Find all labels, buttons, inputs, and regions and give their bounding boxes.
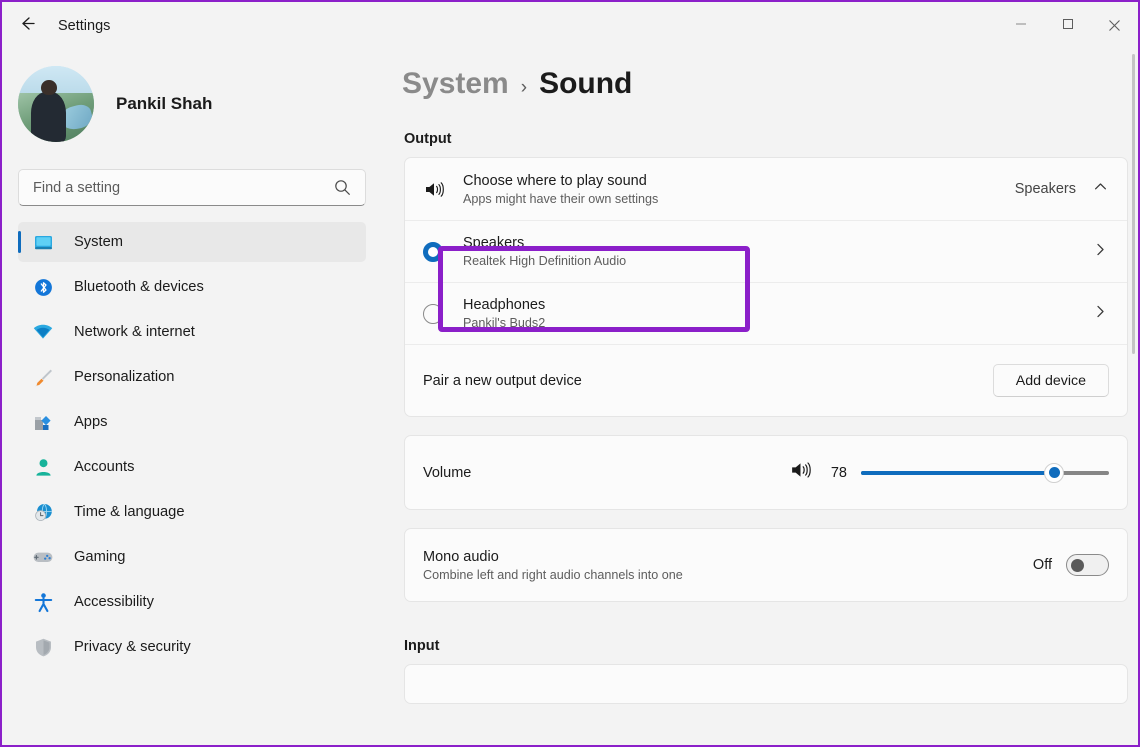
settings-window: Settings Pankil Shah Find a setting Syst…	[0, 0, 1140, 747]
output-device-detail: Pankil's Buds2	[463, 316, 546, 330]
arrow-left-icon	[18, 14, 37, 38]
choose-playback-device-subtitle: Apps might have their own settings	[463, 191, 659, 206]
sidebar-item-label: Privacy & security	[74, 639, 191, 655]
sidebar-item-system[interactable]: System	[18, 222, 366, 262]
choose-playback-device-row[interactable]: Choose where to play sound Apps might ha…	[405, 158, 1127, 220]
profile-block[interactable]: Pankil Shah	[18, 66, 382, 142]
sidebar-item-gaming[interactable]: Gaming	[18, 537, 366, 577]
window-title: Settings	[58, 18, 111, 34]
search-box[interactable]	[18, 169, 366, 206]
maximize-button[interactable]	[1044, 2, 1091, 49]
sidebar-item-label: Time & language	[74, 504, 185, 520]
volume-slider[interactable]	[861, 462, 1109, 483]
input-devices-card	[404, 664, 1128, 704]
sidebar-item-privacy-security[interactable]: Privacy & security	[18, 627, 366, 667]
output-device-speakers[interactable]: Speakers Realtek High Definition Audio	[405, 220, 1127, 282]
mono-audio-card: Mono audio Combine left and right audio …	[404, 528, 1128, 602]
person-icon	[32, 456, 54, 478]
wifi-icon	[32, 321, 54, 343]
output-device-name: Headphones	[463, 297, 546, 313]
scrollbar-thumb[interactable]	[1132, 54, 1135, 354]
mono-audio-toggle[interactable]	[1066, 554, 1109, 576]
volume-value: 78	[830, 464, 847, 481]
output-devices-card: Choose where to play sound Apps might ha…	[404, 157, 1128, 417]
chevron-right-icon[interactable]	[1092, 303, 1109, 325]
output-device-name: Speakers	[463, 235, 525, 251]
toggle-knob	[1071, 559, 1084, 572]
sidebar-item-label: Apps	[74, 414, 108, 430]
sidebar-item-bluetooth-devices[interactable]: Bluetooth & devices	[18, 267, 366, 307]
sidebar-item-network-internet[interactable]: Network & internet	[18, 312, 366, 352]
sidebar-item-label: System	[74, 234, 123, 250]
gamepad-icon	[32, 546, 54, 568]
chevron-up-icon[interactable]	[1092, 178, 1109, 200]
close-button[interactable]	[1091, 2, 1138, 49]
search-input[interactable]	[19, 179, 319, 196]
output-section-label: Output	[404, 131, 452, 147]
mono-audio-row: Mono audio Combine left and right audio …	[405, 529, 1127, 601]
volume-label: Volume	[423, 464, 472, 481]
chevron-right-icon[interactable]	[1092, 241, 1109, 263]
add-device-button[interactable]: Add device	[992, 364, 1109, 397]
sidebar-item-label: Gaming	[74, 549, 126, 565]
monitor-icon	[32, 231, 54, 253]
sidebar-item-accounts[interactable]: Accounts	[18, 447, 366, 487]
radio-headphones[interactable]	[423, 303, 443, 324]
sidebar-item-label: Accessibility	[74, 594, 154, 610]
choose-playback-device-title: Choose where to play sound	[463, 172, 647, 189]
minimize-button[interactable]	[997, 2, 1044, 49]
accessibility-icon	[32, 591, 54, 613]
mono-audio-state-label: Off	[1032, 557, 1052, 573]
sidebar-item-label: Bluetooth & devices	[74, 279, 204, 295]
main-scrollbar[interactable]	[1131, 50, 1137, 745]
speaker-icon	[423, 178, 463, 201]
output-device-headphones[interactable]: Headphones Pankil's Buds2	[405, 282, 1127, 344]
sidebar-item-time-language[interactable]: Time & language	[18, 492, 366, 532]
pair-device-label: Pair a new output device	[423, 372, 582, 389]
title-bar: Settings	[2, 2, 1138, 50]
paintbrush-icon	[32, 366, 54, 388]
apps-icon	[32, 411, 54, 433]
sidebar-item-label: Accounts	[74, 459, 135, 475]
close-icon	[1109, 20, 1120, 31]
bluetooth-icon	[32, 276, 54, 298]
sidebar-item-personalization[interactable]: Personalization	[18, 357, 366, 397]
breadcrumb-separator: ›	[520, 77, 528, 98]
breadcrumb-parent[interactable]: System	[402, 67, 509, 101]
page-title: Sound	[539, 67, 633, 100]
volume-card: Volume 78	[404, 435, 1128, 510]
sidebar-nav: System Bluetooth & devices Network & int…	[2, 222, 382, 667]
volume-row: Volume 78	[405, 436, 1127, 509]
avatar	[18, 66, 94, 142]
breadcrumb: System › Sound	[402, 67, 1138, 101]
mono-audio-subtitle: Combine left and right audio channels in…	[423, 567, 683, 582]
maximize-icon	[1062, 17, 1074, 35]
radio-speakers[interactable]	[423, 241, 443, 262]
back-button[interactable]	[10, 9, 44, 43]
output-device-detail: Realtek High Definition Audio	[463, 254, 627, 268]
main-content: System › Sound Output Choose where to pl…	[382, 50, 1138, 745]
sidebar: Pankil Shah System	[2, 50, 382, 745]
search-icon	[334, 179, 351, 201]
shield-icon	[32, 636, 54, 658]
speaker-icon[interactable]	[789, 458, 813, 487]
sidebar-item-label: Personalization	[74, 369, 175, 385]
slider-fill	[861, 470, 1055, 475]
input-section-label: Input	[404, 638, 440, 654]
pair-new-output-device-row: Pair a new output device Add device	[405, 344, 1127, 416]
choose-playback-device-value: Speakers	[1014, 181, 1076, 197]
window-controls	[997, 2, 1138, 50]
profile-name: Pankil Shah	[116, 94, 213, 113]
mono-audio-title: Mono audio	[423, 548, 499, 565]
slider-thumb[interactable]	[1044, 462, 1065, 483]
sidebar-item-label: Network & internet	[74, 324, 195, 340]
sidebar-item-accessibility[interactable]: Accessibility	[18, 582, 366, 622]
sidebar-item-apps[interactable]: Apps	[18, 402, 366, 442]
minimize-icon	[1015, 17, 1027, 35]
clock-globe-icon	[32, 501, 54, 523]
